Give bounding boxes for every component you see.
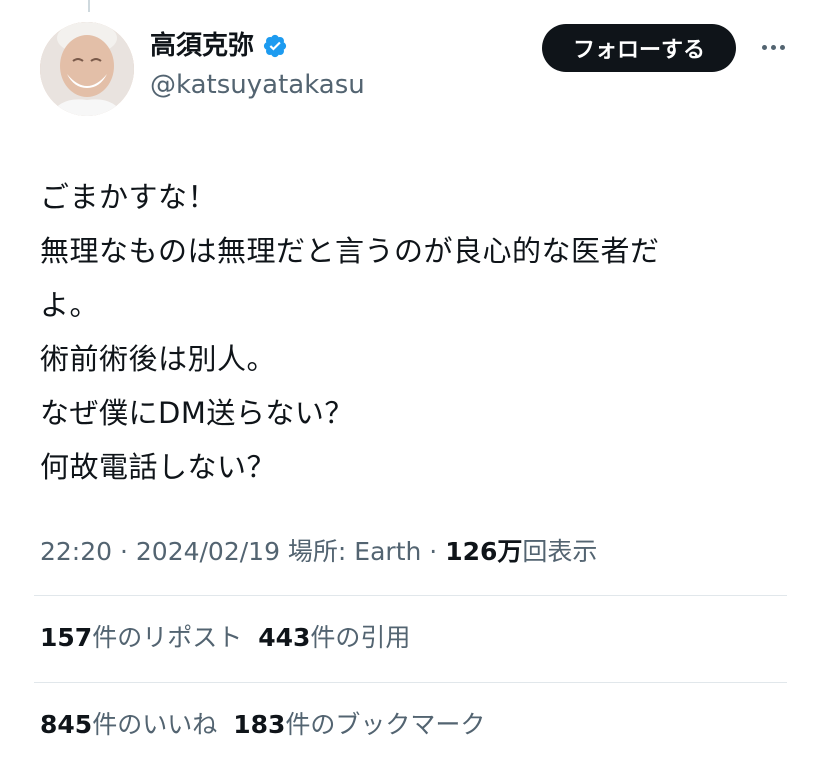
follow-button[interactable]: フォローする <box>542 24 736 72</box>
dot <box>761 44 767 50</box>
user-names: 高須克弥 @katsuyatakasu <box>150 28 365 104</box>
tweet-line: 無理なものは無理だと言うのが良心的な医者だ <box>40 234 660 268</box>
meta-separator: · <box>421 537 446 566</box>
reposts-label: 件のリポスト <box>92 623 243 652</box>
tweet-header: 高須克弥 @katsuyatakasu フォローする <box>40 22 789 118</box>
more-dots-icon[interactable] <box>756 32 790 62</box>
quotes-count: 443 <box>258 623 311 652</box>
divider <box>34 595 787 596</box>
reposts-count: 157 <box>40 623 93 652</box>
tweet-line: 何故電話しない？ <box>40 450 277 484</box>
reposts-stat[interactable]: 157件のリポスト <box>40 623 242 652</box>
view-count: 126万 <box>445 537 523 566</box>
bookmarks-label: 件のブックマーク <box>285 710 486 739</box>
tweet-line: よ。 <box>40 288 100 322</box>
thread-connector <box>88 0 90 12</box>
avatar[interactable] <box>40 22 134 116</box>
tweet-text: ごまかすな！ 無理なものは無理だと言うのが良心的な医者だ よ。 術前術後は別人。… <box>40 170 780 494</box>
display-name[interactable]: 高須克弥 <box>150 28 254 64</box>
view-label: 回表示 <box>522 537 598 566</box>
dot <box>770 44 776 50</box>
bookmarks-stat[interactable]: 183件のブックマーク <box>233 710 485 739</box>
likes-stat[interactable]: 845件のいいね <box>40 710 217 739</box>
stats-row: 845件のいいね 183件のブックマーク <box>40 705 485 745</box>
avatar-photo-icon <box>40 22 134 116</box>
meta-separator: · <box>112 537 136 566</box>
dot <box>779 44 785 50</box>
tweet-time[interactable]: 22:20 <box>40 537 112 566</box>
likes-label: 件のいいね <box>92 710 218 739</box>
divider <box>34 682 787 683</box>
likes-count: 845 <box>40 710 93 739</box>
tweet-date[interactable]: 2024/02/19 <box>136 537 280 566</box>
quotes-stat[interactable]: 443件の引用 <box>258 623 410 652</box>
tweet-meta: 22:20 · 2024/02/19 場所: Earth · 126万回表示 <box>40 532 597 572</box>
tweet-location: 場所: Earth <box>279 537 422 566</box>
stats-row: 157件のリポスト 443件の引用 <box>40 618 410 658</box>
verified-badge-icon[interactable] <box>262 33 288 59</box>
user-handle[interactable]: @katsuyatakasu <box>150 66 365 104</box>
bookmarks-count: 183 <box>233 710 286 739</box>
tweet-line: ごまかすな！ <box>40 180 218 214</box>
tweet-line: 術前術後は別人。 <box>40 342 277 376</box>
quotes-label: 件の引用 <box>310 623 411 652</box>
tweet-line: なぜ僕にDM送らない？ <box>40 396 354 430</box>
